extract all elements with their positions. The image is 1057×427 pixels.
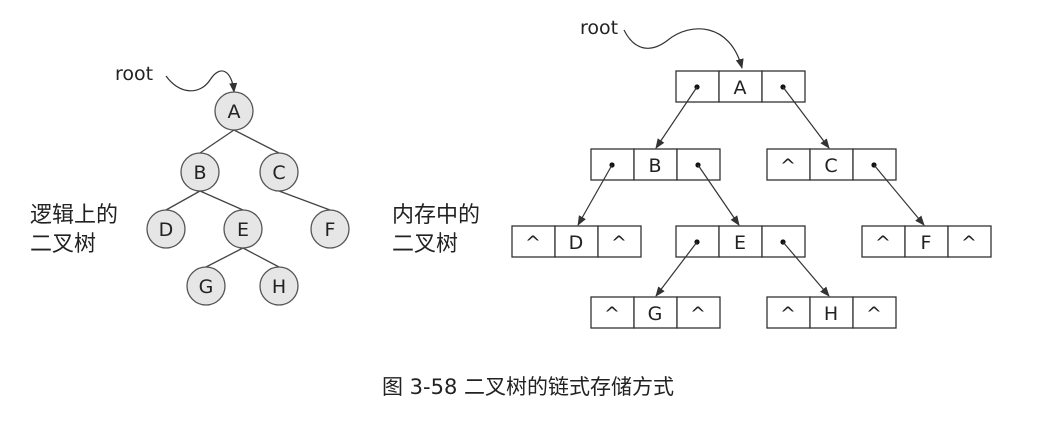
memory-node-label: E [734,232,746,254]
tree-node-h: H [259,266,299,306]
memory-node-b: B [590,148,721,181]
logical-tree-title-line1: 逻辑上的 [30,203,118,228]
edge-a-c [233,129,280,154]
edge-e-g [205,247,244,268]
null-pointer-symbol: ^ [866,303,882,325]
logical-root-pointer [165,70,238,93]
pointer-a-to-c [782,86,830,149]
memory-node-f: ^ F ^ [861,225,992,258]
memory-node-label: H [824,303,838,325]
logical-root-label: root [115,63,153,85]
tree-node-f: F [310,209,350,249]
tree-node-label: E [237,219,249,241]
logical-tree: root A B C D E F G H 逻辑上的 二叉树 [30,63,350,306]
edge-b-e [199,190,244,211]
memory-tree: root 内存中的 二叉树 A B ^ C ^ D ^ E ^ F ^ ^ G … [392,17,992,329]
memory-node-label: G [648,303,663,325]
pointer-e-to-h [782,241,830,297]
memory-node-label: C [824,155,837,177]
tree-node-label: F [325,219,336,241]
edge-b-d [165,190,201,211]
tree-node-label: B [193,162,206,184]
edge-e-h [242,247,280,268]
null-pointer-symbol: ^ [611,232,627,254]
memory-node-label: D [569,232,584,254]
memory-node-g: ^ G ^ [590,296,721,329]
logical-tree-title-line2: 二叉树 [30,232,96,257]
memory-root-pointer [623,28,744,69]
edge-c-f [278,190,331,211]
diagram-canvas: root A B C D E F G H 逻辑上的 二叉树 root 内存中的 … [30,17,992,399]
memory-node-label: F [921,232,932,254]
tree-node-e: E [223,209,263,249]
null-pointer-symbol: ^ [780,303,796,325]
tree-node-label: D [159,219,174,241]
memory-node-c: ^ C [766,148,897,181]
edge-a-b [199,129,235,154]
tree-node-label: G [199,276,214,298]
tree-node-a: A [214,91,254,131]
null-pointer-symbol: ^ [780,155,796,177]
null-pointer-symbol: ^ [961,232,977,254]
memory-node-h: ^ H ^ [766,296,897,329]
tree-node-label: H [272,276,286,298]
tree-node-b: B [180,152,220,192]
memory-tree-title-line1: 内存中的 [392,203,480,228]
memory-node-label: B [648,155,661,177]
tree-node-d: D [146,209,186,249]
memory-node-e: E [675,225,806,258]
figure-caption: 图 3-58 二叉树的链式存储方式 [382,375,674,399]
memory-node-a: A [675,70,806,103]
memory-node-d: ^ D ^ [511,225,642,258]
tree-node-label: C [272,162,285,184]
memory-node-label: A [734,77,747,99]
tree-node-c: C [259,152,299,192]
tree-node-label: A [228,101,241,123]
pointer-c-to-f [873,164,925,226]
null-pointer-symbol: ^ [604,303,620,325]
null-pointer-symbol: ^ [525,232,541,254]
null-pointer-symbol: ^ [690,303,706,325]
memory-tree-title-line2: 二叉树 [392,232,458,257]
tree-node-g: G [186,266,226,306]
null-pointer-symbol: ^ [875,232,891,254]
memory-root-label: root [580,17,618,39]
